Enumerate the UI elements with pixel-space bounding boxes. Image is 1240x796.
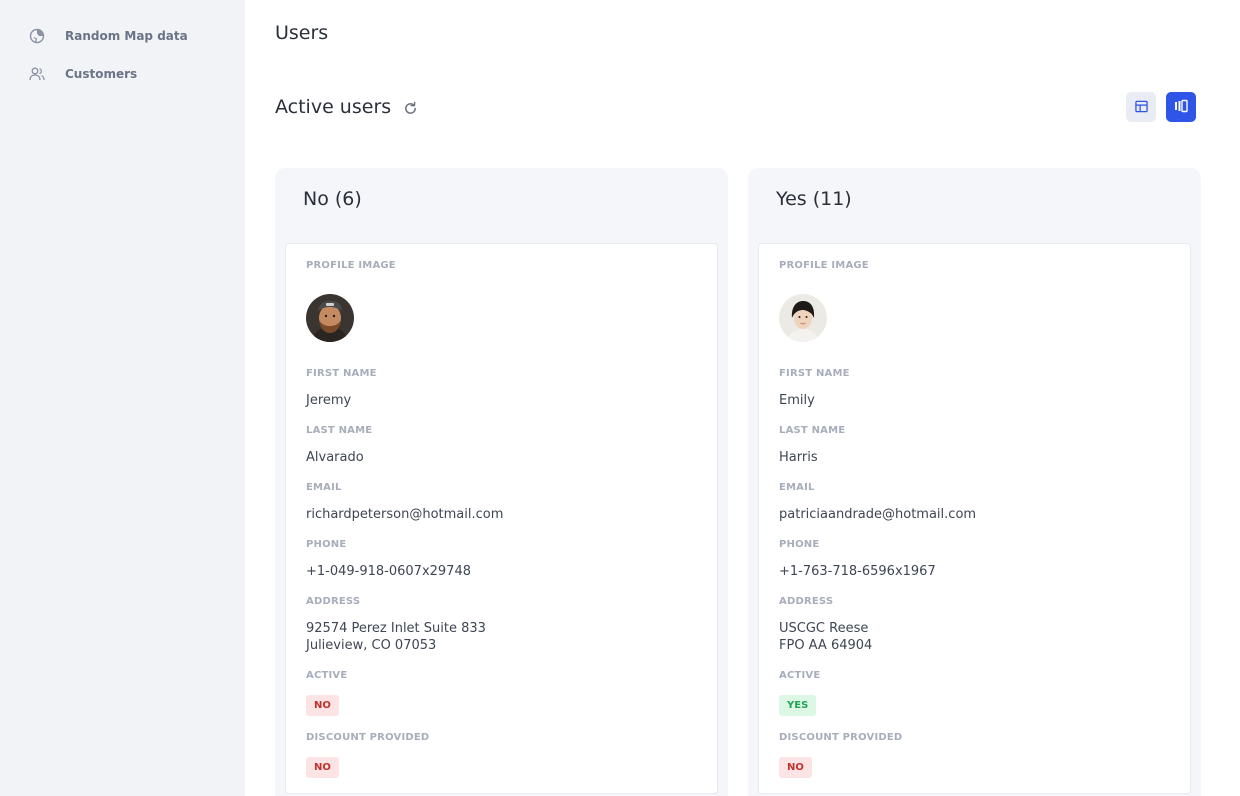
address-line-2: FPO AA 64904 <box>779 638 873 653</box>
table-icon <box>1134 98 1148 117</box>
profile-image-label: PROFILE IMAGE <box>306 260 396 271</box>
refresh-icon <box>403 101 418 120</box>
last-name-label: LAST NAME <box>779 425 846 436</box>
table-view-button[interactable] <box>1126 92 1156 122</box>
first-name-label: FIRST NAME <box>779 368 850 379</box>
phone-value: +1-049-918-0607x29748 <box>306 564 471 579</box>
sidebar-item-random-map-data[interactable]: Random Map data <box>28 26 188 46</box>
sidebar-item-label: Random Map data <box>65 29 188 43</box>
sidebar-item-customers[interactable]: Customers <box>28 64 137 84</box>
sidebar-item-label: Customers <box>65 67 138 81</box>
last-name-value: Harris <box>779 450 818 465</box>
address-line-1: 92574 Perez Inlet Suite 833 <box>306 621 486 636</box>
sidebar: Random Map data Customers <box>0 0 245 796</box>
users-icon <box>28 65 46 83</box>
address-line-2: Julieview, CO 07053 <box>306 638 437 653</box>
active-label: ACTIVE <box>779 670 821 681</box>
active-label: ACTIVE <box>306 670 348 681</box>
board-column-yes: Yes (11) PROFILE IMAGE FIRST NAME Emily … <box>748 168 1201 796</box>
board-icon <box>1174 98 1188 117</box>
first-name-value: Emily <box>779 393 815 408</box>
address-line-1: USCGC Reese <box>779 621 869 636</box>
last-name-label: LAST NAME <box>306 425 373 436</box>
avatar <box>779 294 827 342</box>
phone-label: PHONE <box>306 539 347 550</box>
address-label: ADDRESS <box>306 596 361 607</box>
first-name-value: Jeremy <box>306 393 352 408</box>
profile-image-label: PROFILE IMAGE <box>779 260 869 271</box>
email-label: EMAIL <box>779 482 815 493</box>
address-label: ADDRESS <box>779 596 834 607</box>
email-value: richardpeterson@hotmail.com <box>306 507 504 522</box>
discount-status-badge: NO <box>306 757 339 778</box>
phone-value: +1-763-718-6596x1967 <box>779 564 936 579</box>
main-content: Users Active users No (6) PROFILE IMAGE … <box>245 0 1240 796</box>
column-title: Yes (11) <box>776 188 852 210</box>
column-title: No (6) <box>303 188 362 210</box>
discount-label: DISCOUNT PROVIDED <box>306 732 430 743</box>
globe-icon <box>28 27 46 45</box>
section-title: Active users <box>275 96 392 118</box>
email-label: EMAIL <box>306 482 342 493</box>
active-status-badge: NO <box>306 695 339 716</box>
page-title: Users <box>275 22 329 44</box>
board-column-no: No (6) PROFILE IMAGE FIRST NAME Jeremy L… <box>275 168 728 796</box>
last-name-value: Alvarado <box>306 450 364 465</box>
discount-label: DISCOUNT PROVIDED <box>779 732 903 743</box>
phone-label: PHONE <box>779 539 820 550</box>
board-view-button[interactable] <box>1166 92 1196 122</box>
discount-status-badge: NO <box>779 757 812 778</box>
first-name-label: FIRST NAME <box>306 368 377 379</box>
user-card[interactable]: PROFILE IMAGE FIRST NAME Emily LAST NAME… <box>758 243 1191 794</box>
user-card[interactable]: PROFILE IMAGE FIRST NAME Jeremy LAST NAM… <box>285 243 718 794</box>
active-status-badge: YES <box>779 695 817 716</box>
refresh-button[interactable] <box>401 101 419 119</box>
avatar <box>306 294 354 342</box>
email-value: patriciaandrade@hotmail.com <box>779 507 977 522</box>
